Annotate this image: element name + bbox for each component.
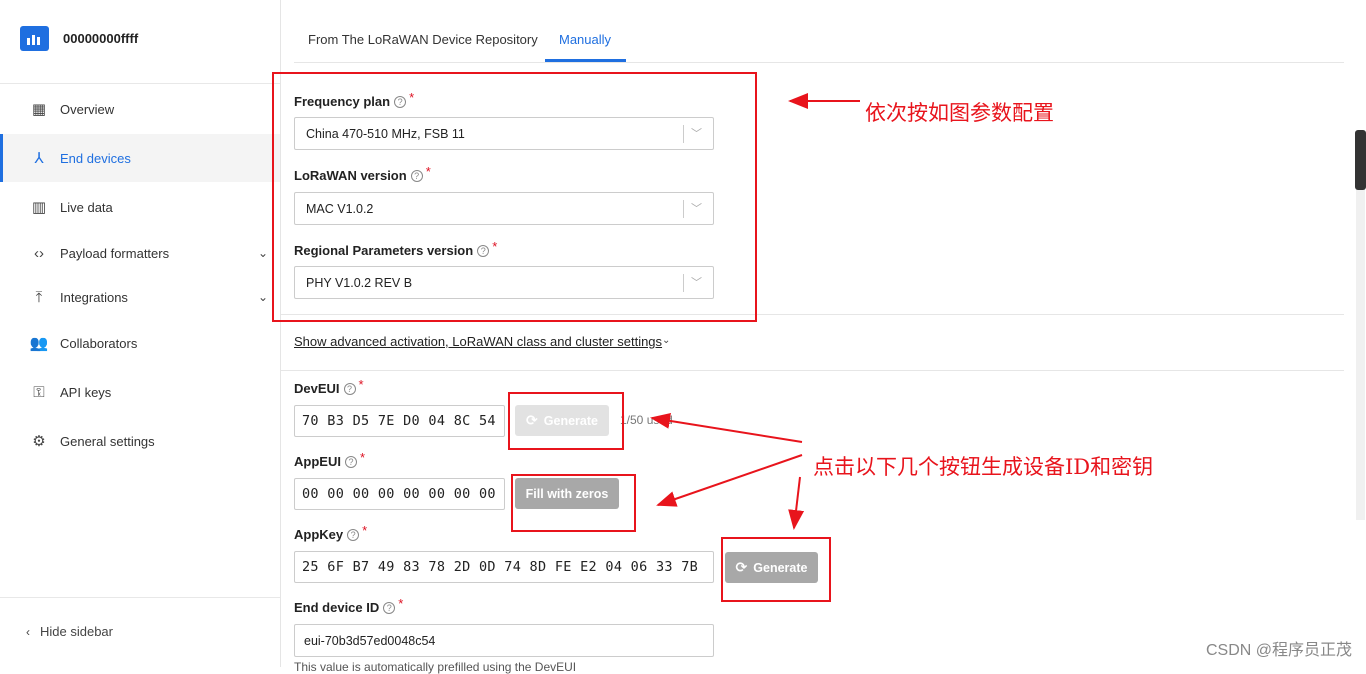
annotation-generate-note: 点击以下几个按钮生成设备ID和密钥 (813, 455, 1154, 479)
annotation-config-note: 依次按如图参数配置 (865, 101, 1054, 125)
watermark: CSDN @程序员正茂 (1205, 642, 1352, 659)
annotation-arrows (650, 93, 860, 530)
